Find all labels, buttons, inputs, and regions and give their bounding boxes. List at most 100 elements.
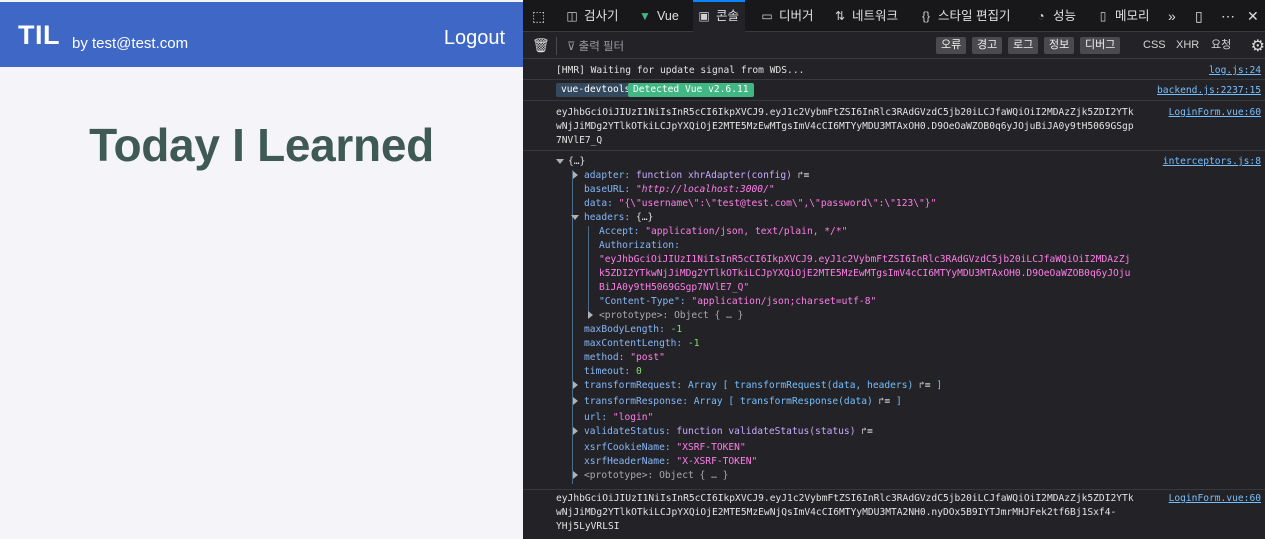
console-message: vue-devtools Detected Vue v2.6.11 backen…: [523, 80, 1265, 101]
tab-memory[interactable]: ▯ 메모리: [1096, 0, 1150, 32]
token-line: eyJhbGciOiJIUzI1NiIsInR5cCI6IkpXVCJ9.eyJ…: [556, 493, 1134, 504]
tab-label: 콘솔: [716, 9, 740, 23]
memory-icon: ▯: [1099, 9, 1107, 23]
prop-timeout: timeout: 0: [584, 366, 642, 377]
source-link[interactable]: LoginForm.vue:60: [1169, 493, 1261, 504]
prop-xsrfcookiename: xsrfCookieName: "XSRF-TOKEN": [584, 442, 746, 453]
app-header: TIL by test@test.com Logout: [0, 2, 523, 67]
tab-label: 검사기: [584, 9, 619, 23]
jump-to-definition-icon: ↱≡: [861, 426, 873, 437]
tab-debugger[interactable]: ▭ 디버거: [760, 0, 814, 32]
inspector-icon: ◫: [566, 9, 578, 23]
level-info-button[interactable]: 정보: [1044, 37, 1075, 54]
console-object-message: interceptors.js:8 {…} adapter: function …: [523, 151, 1265, 490]
expand-arrow-icon[interactable]: [588, 311, 593, 319]
style-editor-icon: {}: [921, 9, 930, 23]
token-line: wNjJiMDg2YTlkOTkiLCJpYXQiOjE2MTE5MzEwMTg…: [556, 121, 1134, 132]
jump-to-definition-icon: ↱≡: [878, 396, 891, 407]
tab-label: Vue: [657, 9, 679, 23]
filter-xhr-button[interactable]: XHR: [1176, 37, 1199, 54]
debugger-icon: ▭: [761, 9, 773, 23]
tab-label: 네트워크: [852, 9, 899, 23]
tab-label: 메모리: [1115, 9, 1150, 23]
source-link[interactable]: interceptors.js:8: [1163, 156, 1261, 167]
auth-token-line: k5ZDI2YTkwNjJiMDg2YTlkOTkiLCJpYXQiOjE2MT…: [599, 268, 1131, 279]
vue-devtools-badge: vue-devtools: [556, 83, 636, 97]
tab-network[interactable]: ⇅ 네트워크: [833, 0, 898, 32]
prop-xsrfheadername: xsrfHeaderName: "X-XSRF-TOKEN": [584, 456, 758, 467]
filter-requests-button[interactable]: 요청: [1211, 37, 1231, 54]
tab-label: 성능: [1053, 9, 1077, 23]
jump-to-definition-icon: ↱≡: [797, 170, 810, 181]
filter-input[interactable]: ⊽ 출력 필터: [567, 38, 624, 54]
expand-arrow-icon[interactable]: [573, 427, 578, 435]
object-root[interactable]: {…}: [568, 156, 585, 167]
app-page: TIL by test@test.com Logout Today I Lear…: [0, 0, 523, 539]
app-logo[interactable]: TIL: [18, 20, 60, 51]
network-icon: ⇅: [834, 9, 846, 23]
close-icon[interactable]: ✕: [1247, 0, 1259, 32]
token-line: YHj5LyVRLSI: [556, 521, 620, 532]
level-logs-button[interactable]: 로그: [1008, 37, 1039, 54]
logout-link[interactable]: Logout: [444, 27, 505, 50]
source-link[interactable]: log.js:24: [1209, 65, 1261, 76]
expand-arrow-icon[interactable]: [573, 381, 578, 389]
tab-vue[interactable]: ▼ Vue: [638, 0, 679, 32]
console-icon: ▣: [698, 9, 710, 23]
element-picker-icon[interactable]: ⬚: [532, 0, 545, 32]
collapse-arrow-icon[interactable]: [556, 159, 564, 164]
level-debug-button[interactable]: 디버그: [1080, 37, 1121, 54]
prototype-node[interactable]: <prototype>: Object { … }: [584, 470, 728, 481]
tab-performance[interactable]: ◔ 성능: [1034, 0, 1076, 32]
prop-url: url: "login": [584, 412, 654, 423]
tab-label: 스타일 편집기: [938, 9, 1011, 23]
token-line: 7NVlE7_Q: [556, 135, 603, 146]
auth-token-line: "eyJhbGciOiJIUzI1NiIsInR5cCI6IkpXVCJ9.ey…: [599, 254, 1131, 265]
prop-transformresponse[interactable]: transformResponse: Array [ transformResp…: [584, 396, 902, 407]
prop-data: data: "{\"username\":\"test@test.com\",\…: [584, 198, 937, 209]
message-text: [HMR] Waiting for update signal from WDS…: [556, 65, 805, 76]
console-message: eyJhbGciOiJIUzI1NiIsInR5cCI6IkpXVCJ9.eyJ…: [523, 490, 1265, 539]
token-line: wNjJiMDg2YTlkOTkiLCJpYXQiOjE2MTE5MzEwNjQ…: [556, 507, 1117, 518]
prop-maxbodylength: maxBodyLength: -1: [584, 324, 683, 335]
page-title: Today I Learned: [89, 119, 434, 171]
token-line: eyJhbGciOiJIUzI1NiIsInR5cCI6IkpXVCJ9.eyJ…: [556, 107, 1134, 118]
tab-style-editor[interactable]: {} 스타일 편집기: [919, 0, 1011, 32]
performance-icon: ◔: [1037, 9, 1045, 23]
tab-console[interactable]: ▣ 콘솔: [693, 0, 746, 32]
console-message: [HMR] Waiting for update signal from WDS…: [523, 60, 1265, 80]
tab-inspector[interactable]: ◫ 검사기: [565, 0, 619, 32]
gear-icon[interactable]: ⚙: [1251, 36, 1265, 56]
expand-arrow-icon[interactable]: [573, 171, 578, 179]
prop-accept: Accept: "application/json, text/plain, *…: [599, 226, 848, 237]
prop-adapter[interactable]: adapter: function xhrAdapter(config) ↱≡: [584, 170, 809, 181]
dock-side-icon[interactable]: ▯: [1195, 0, 1203, 32]
console-toolbar: 🗑 ⊽ 출력 필터 오류 경고 로그 정보 디버그 CSS XHR 요청 ⚙: [523, 33, 1265, 59]
level-warnings-button[interactable]: 경고: [972, 37, 1003, 54]
auth-token-line: BiJA0y9tH5069GSgp7NVlE7_Q": [599, 282, 750, 293]
devtools-panel: ⬚ ◫ 검사기 ▼ Vue ▣ 콘솔 ▭ 디버거 ⇅ 네트워크 {} 스타일 편집기 ◔ 성능…: [523, 0, 1265, 539]
source-link[interactable]: LoginForm.vue:60: [1169, 107, 1261, 118]
trash-icon[interactable]: 🗑: [532, 37, 550, 54]
console-output: [HMR] Waiting for update signal from WDS…: [523, 60, 1265, 539]
prop-transformrequest[interactable]: transformRequest: Array [ transformReque…: [584, 380, 942, 391]
overflow-chevron-icon[interactable]: »: [1168, 0, 1176, 32]
expand-arrow-icon[interactable]: [573, 397, 578, 405]
prop-maxcontentlength: maxContentLength: -1: [584, 338, 700, 349]
filter-icon: ⊽: [567, 41, 579, 53]
prop-method: method: "post": [584, 352, 665, 363]
devtools-tabbar: ⬚ ◫ 검사기 ▼ Vue ▣ 콘솔 ▭ 디버거 ⇅ 네트워크 {} 스타일 편집기 ◔ 성능…: [523, 0, 1265, 32]
source-link[interactable]: backend.js:2237:15: [1157, 85, 1261, 96]
tab-label: 디버거: [779, 9, 814, 23]
prototype-node[interactable]: <prototype>: Object { … }: [599, 310, 743, 321]
vue-detected-badge: Detected Vue v2.6.11: [628, 83, 754, 97]
more-options-icon[interactable]: ⋯: [1221, 0, 1235, 32]
user-email: by test@test.com: [72, 35, 189, 52]
prop-authorization: Authorization:: [599, 240, 680, 251]
level-errors-button[interactable]: 오류: [936, 37, 967, 54]
collapse-arrow-icon[interactable]: [571, 215, 579, 220]
expand-arrow-icon[interactable]: [573, 471, 578, 479]
prop-headers[interactable]: headers: {…}: [584, 212, 653, 223]
prop-validatestatus[interactable]: validateStatus: function validateStatus(…: [584, 426, 873, 437]
filter-css-button[interactable]: CSS: [1143, 37, 1166, 54]
